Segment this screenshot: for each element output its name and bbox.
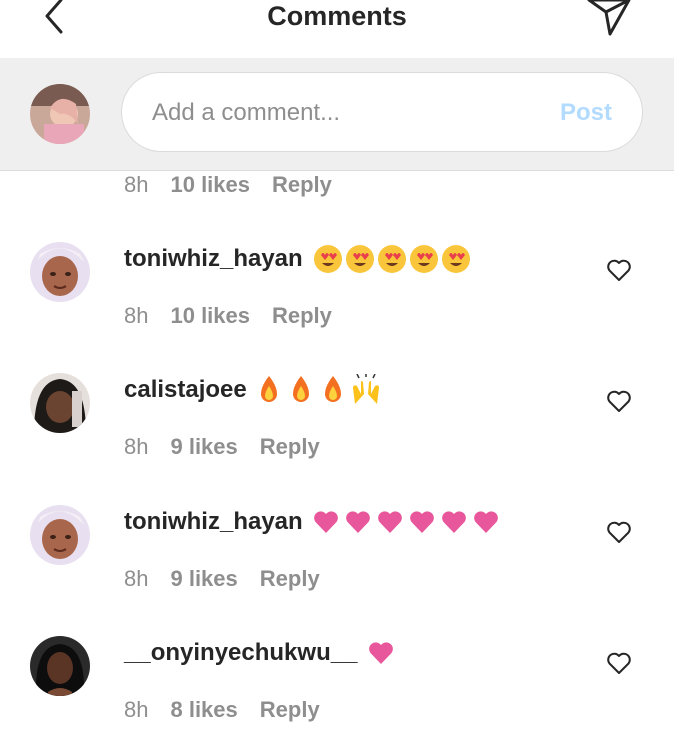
share-button[interactable] (586, 0, 632, 36)
comment-time: 8h (124, 566, 149, 591)
comment-meta: 8h 10 likes Reply (124, 303, 332, 329)
comment-likes[interactable]: 9 likes (170, 434, 237, 459)
comment-input[interactable] (152, 95, 532, 131)
comment-meta: 8h 9 likes Reply (124, 566, 320, 592)
comment-time: 8h (124, 697, 149, 722)
comment-likes[interactable]: 8 likes (170, 697, 237, 722)
header-bar: Comments (0, 0, 674, 59)
page-title: Comments (267, 1, 407, 31)
username-text[interactable]: toniwhiz_hayan (124, 245, 303, 273)
comment-meta: 8h 9 likes Reply (124, 434, 320, 460)
comment-time: 8h (124, 434, 149, 459)
comment-composer: Post (0, 58, 674, 171)
like-button[interactable] (606, 258, 632, 282)
paper-plane-icon (587, 0, 631, 36)
post-button[interactable]: Post (560, 95, 612, 131)
comment-likes[interactable]: 10 likes (170, 172, 250, 197)
comment-likes[interactable]: 9 likes (170, 566, 237, 591)
like-button[interactable] (606, 389, 632, 413)
reply-button[interactable]: Reply (272, 303, 332, 328)
reply-button[interactable]: Reply (260, 434, 320, 459)
avatar[interactable] (30, 636, 90, 696)
heart-outline-icon (607, 652, 631, 674)
avatar[interactable] (30, 505, 90, 565)
heart-outline-icon (607, 390, 631, 412)
comment-meta: 8h 8 likes Reply (124, 697, 320, 723)
pink-heart-emoji (367, 640, 395, 666)
comment-username: calistajoee (124, 373, 381, 407)
reply-button[interactable]: Reply (260, 566, 320, 591)
comment-input-container[interactable]: Post (121, 72, 643, 152)
pink-heart-emoji (313, 509, 505, 535)
comment-likes[interactable]: 10 likes (170, 303, 250, 328)
comment-time: 8h (124, 172, 149, 197)
avatar (30, 84, 90, 144)
comment-username: toniwhiz_hayan (124, 242, 475, 276)
comment-username: toniwhiz_hayan (124, 505, 505, 539)
username-text[interactable]: toniwhiz_hayan (124, 508, 303, 536)
username-text[interactable]: calistajoee (124, 376, 247, 404)
reply-button[interactable]: Reply (272, 172, 332, 197)
reply-button[interactable]: Reply (260, 697, 320, 722)
avatar[interactable] (30, 373, 90, 433)
heart-eyes-emoji (313, 244, 475, 274)
comment-time: 8h (124, 303, 149, 328)
username-text[interactable]: __onyinyechukwu__ (124, 639, 357, 667)
comment-username: __onyinyechukwu__ (124, 636, 395, 670)
comment-meta: 8h 10 likes Reply (124, 172, 332, 198)
like-button[interactable] (606, 651, 632, 675)
heart-outline-icon (607, 521, 631, 543)
avatar[interactable] (30, 242, 90, 302)
heart-outline-icon (607, 259, 631, 281)
fire-emoji (257, 374, 381, 406)
like-button[interactable] (606, 520, 632, 544)
